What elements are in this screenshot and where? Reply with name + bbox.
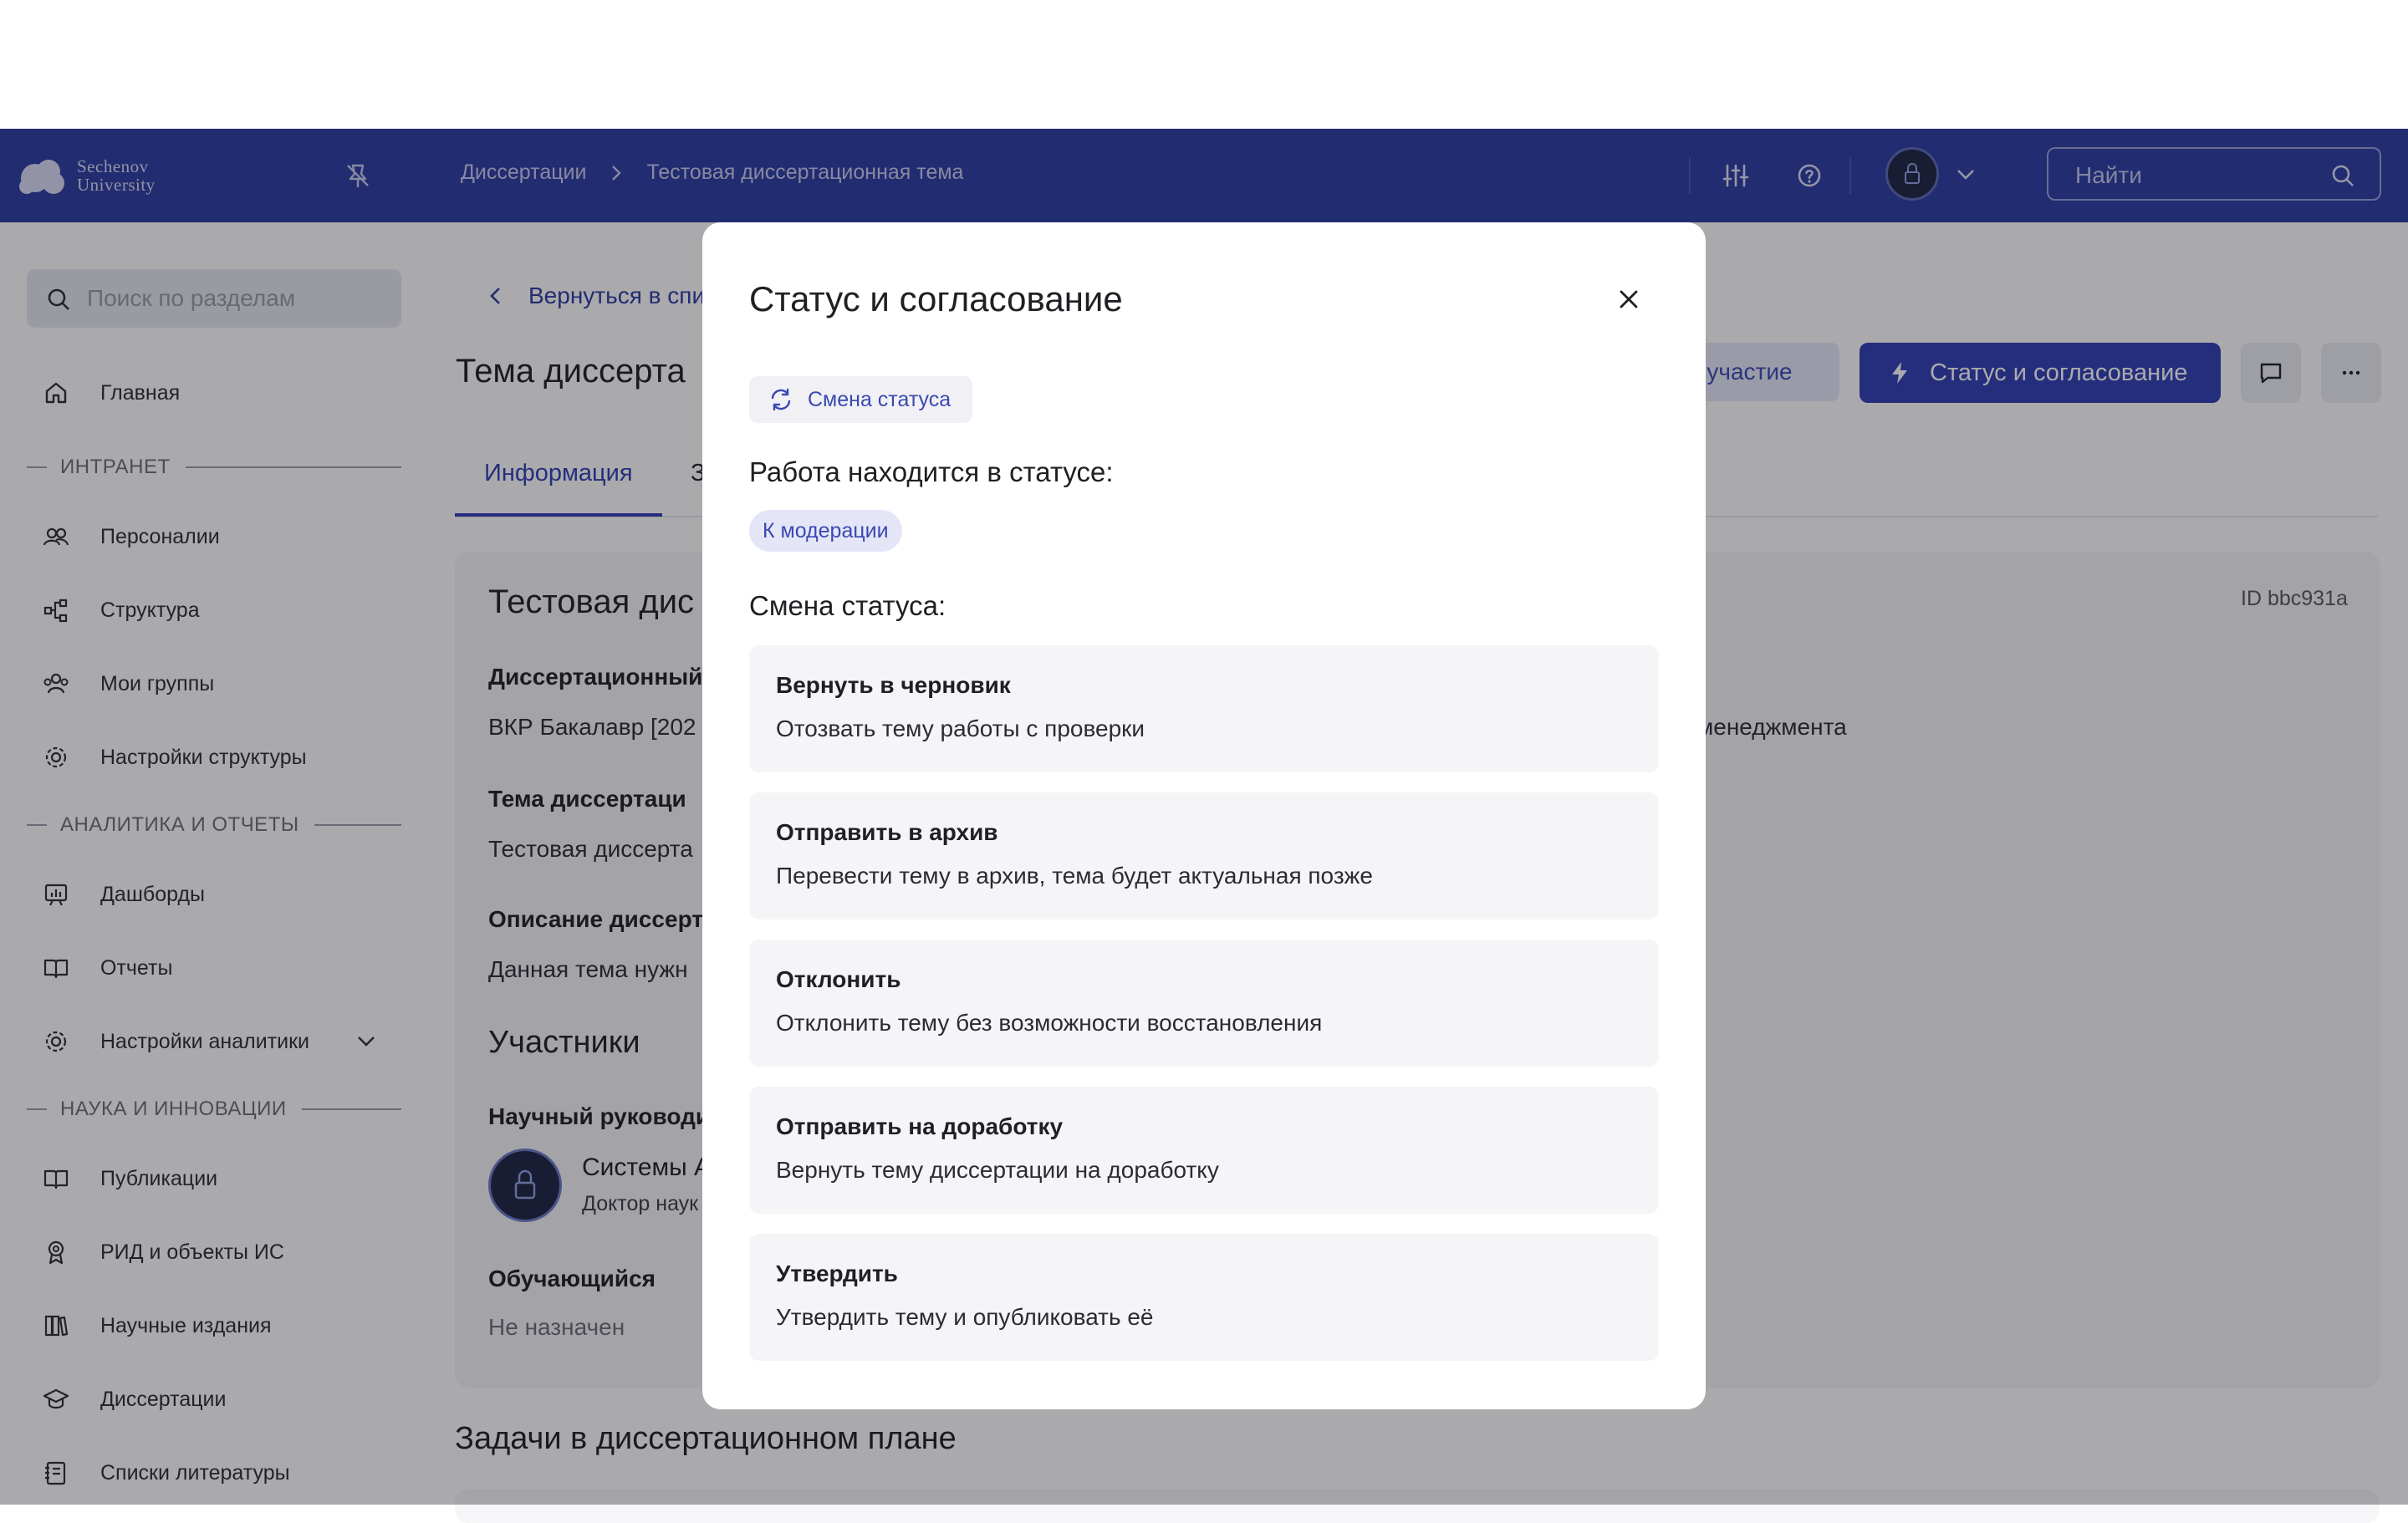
close-icon[interactable] — [1614, 284, 1644, 314]
option-approve[interactable]: Утвердить Утвердить тему и опубликовать … — [749, 1234, 1659, 1361]
current-status-label: Работа находится в статусе: — [749, 456, 1114, 487]
option-send-to-archive[interactable]: Отправить в архив Перевести тему в архив… — [749, 792, 1659, 919]
option-title: Отклонить — [776, 966, 901, 992]
option-description: Перевести тему в архив, тема будет актуа… — [776, 863, 1373, 889]
status-approval-modal: Статус и согласование Смена статуса Рабо… — [702, 222, 1706, 1409]
option-description: Утвердить тему и опубликовать её — [776, 1304, 1154, 1330]
option-title: Вернуть в черновик — [776, 672, 1011, 698]
modal-title: Статус и согласование — [749, 279, 1123, 318]
top-blank-area — [0, 0, 2408, 129]
option-title: Отправить на доработку — [776, 1113, 1064, 1139]
change-status-chip-label: Смена статуса — [808, 387, 951, 411]
option-return-to-draft[interactable]: Вернуть в черновик Отозвать тему работы … — [749, 645, 1659, 772]
option-description: Вернуть тему диссертации на доработку — [776, 1157, 1219, 1183]
status-badge: К модерации — [749, 510, 902, 552]
change-status-label: Смена статуса: — [749, 590, 946, 621]
option-send-for-revision[interactable]: Отправить на доработку Вернуть тему дисс… — [749, 1087, 1659, 1214]
option-title: Отправить в архив — [776, 819, 998, 845]
option-title: Утвердить — [776, 1261, 898, 1286]
change-status-chip[interactable]: Смена статуса — [749, 376, 973, 423]
option-reject[interactable]: Отклонить Отклонить тему без возможности… — [749, 940, 1659, 1067]
refresh-icon — [771, 388, 791, 411]
option-description: Отозвать тему работы с проверки — [776, 716, 1145, 741]
option-description: Отклонить тему без возможности восстанов… — [776, 1010, 1323, 1036]
